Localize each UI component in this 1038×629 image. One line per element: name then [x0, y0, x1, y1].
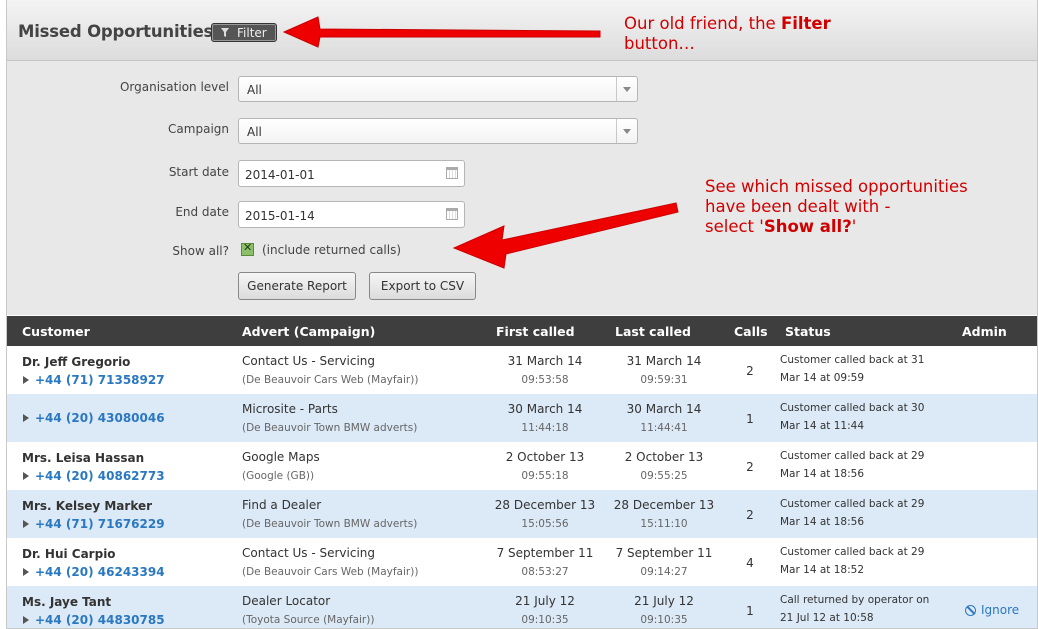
arrow-to-filter: [282, 16, 601, 48]
showall-bold: Show all?: [763, 217, 852, 236]
show-all-annotation: See which missed opportunities have been…: [705, 177, 968, 237]
showall-pre: select ': [705, 217, 764, 236]
arrow-to-show-all: [452, 202, 679, 269]
filter-annotation: Our old friend, the Filter button…: [624, 14, 831, 54]
filter-note-post: button…: [624, 34, 695, 53]
annotation-arrows: [282, 16, 679, 269]
showall-line2: have been dealt with -: [705, 197, 891, 216]
showall-line1: See which missed opportunities: [705, 177, 968, 196]
showall-post: ': [851, 217, 857, 236]
filter-note-bold: Filter: [780, 14, 831, 33]
filter-note-pre: Our old friend, the: [624, 14, 781, 33]
